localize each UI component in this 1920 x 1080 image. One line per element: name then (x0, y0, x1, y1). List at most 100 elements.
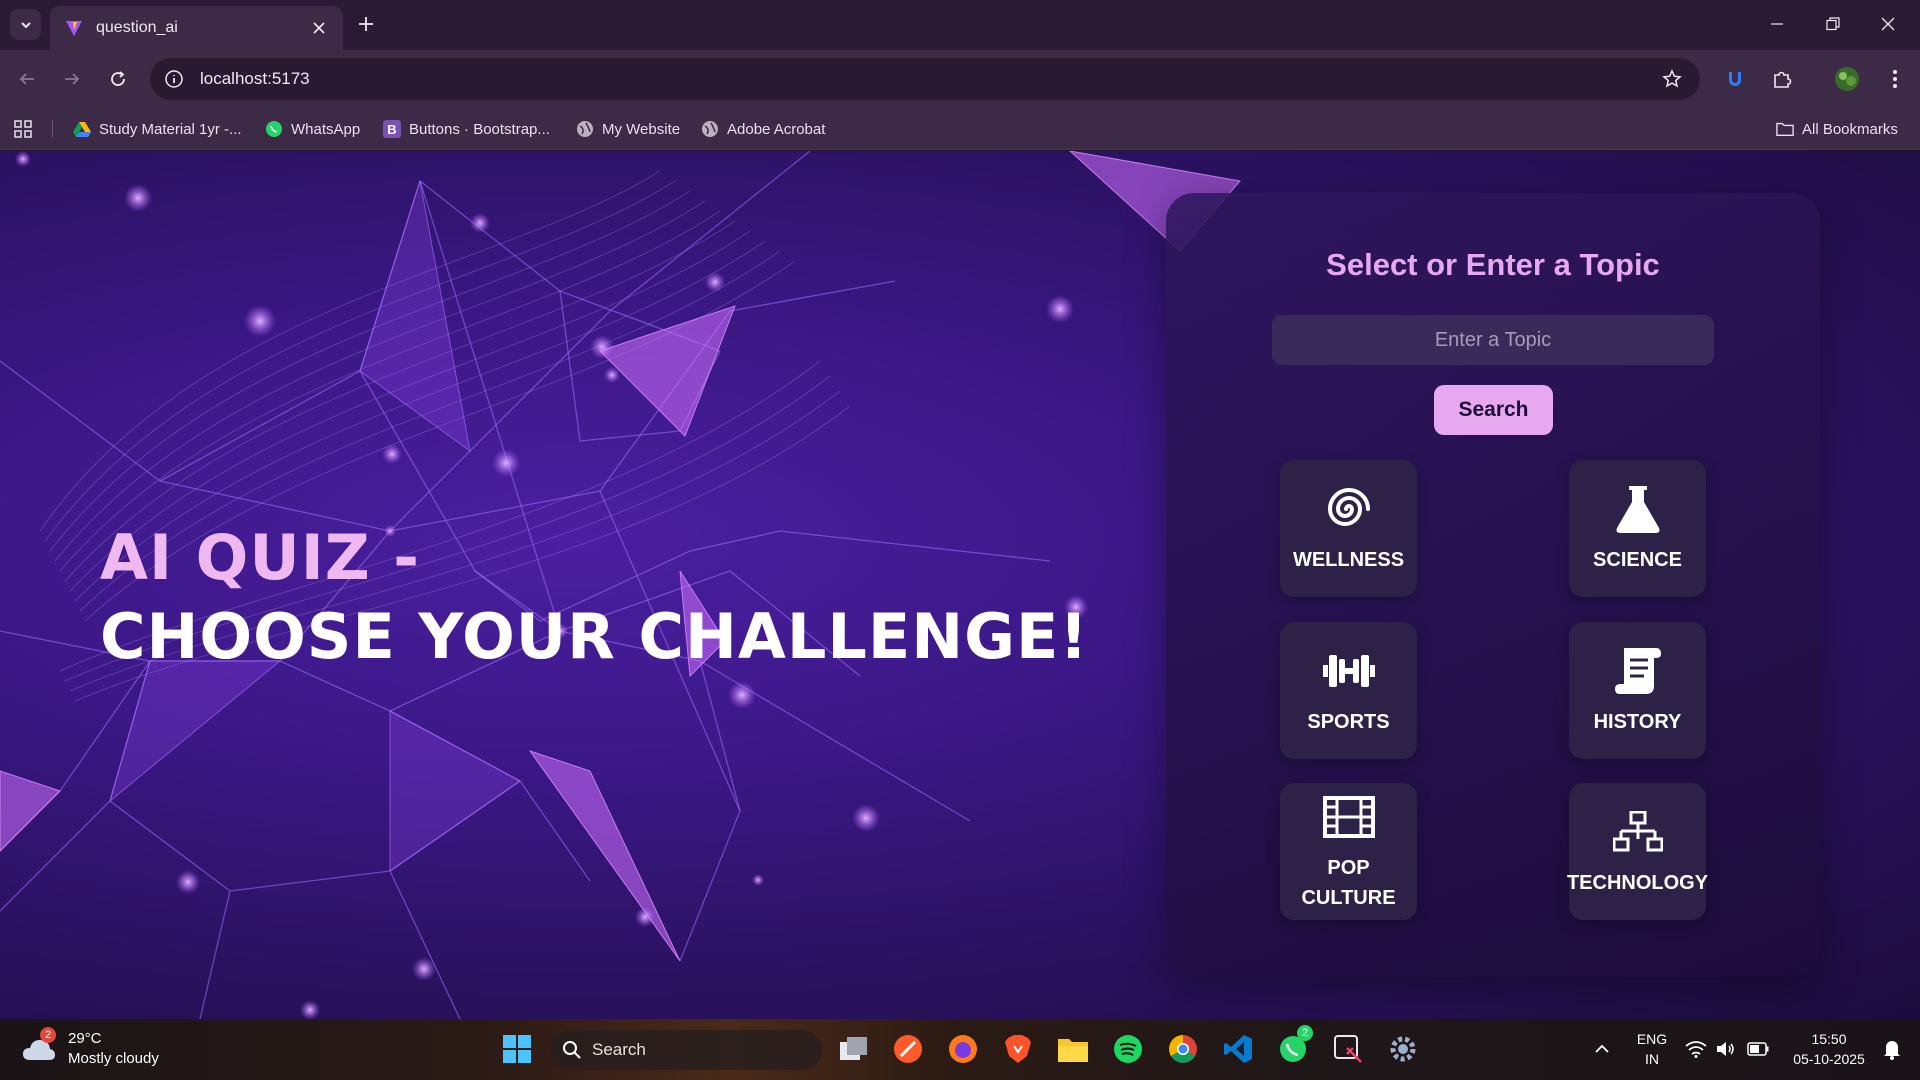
battery-status[interactable] (1740, 1031, 1776, 1067)
topic-card-pop-culture[interactable]: POP CULTURE (1280, 783, 1417, 920)
windows-icon (503, 1035, 531, 1063)
bookmark-label: Adobe Acrobat (727, 120, 826, 138)
taskbar-search[interactable]: Search (550, 1030, 822, 1070)
whatsapp-icon (265, 120, 283, 138)
profile-avatar[interactable] (1832, 64, 1862, 94)
grid-apps-icon (14, 120, 32, 138)
topic-card-wellness[interactable]: WELLNESS (1280, 460, 1417, 597)
firefox-icon (949, 1035, 977, 1063)
topic-label: SPORTS (1307, 710, 1390, 733)
snipping-tool-icon (1334, 1035, 1362, 1063)
all-bookmarks-button[interactable]: All Bookmarks (1776, 118, 1898, 140)
weather-badge: 2 (40, 1027, 56, 1043)
app-file-explorer[interactable] (1055, 1031, 1091, 1067)
reload-icon (111, 71, 125, 86)
notifications-button[interactable] (1874, 1031, 1910, 1067)
topic-label: POP CULTURE (1301, 856, 1396, 909)
search-button[interactable]: Search (1434, 385, 1553, 435)
app-vscode[interactable] (1220, 1031, 1256, 1067)
spiral-icon (1323, 483, 1375, 535)
tab-title: question_ai (96, 19, 178, 36)
language-indicator[interactable]: ENG IN (1630, 1029, 1674, 1069)
topic-label: HISTORY (1593, 710, 1682, 733)
close-window-button[interactable] (1873, 10, 1903, 38)
weather-widget[interactable]: 2 29°C Mostly cloudy (22, 1027, 159, 1069)
vscode-icon (1224, 1035, 1252, 1063)
arrow-right-icon (65, 73, 80, 85)
shield-extension-icon (1729, 72, 1741, 86)
app-whatsapp[interactable]: 2 (1275, 1025, 1313, 1067)
extension-button[interactable] (1720, 64, 1750, 94)
gear-icon (1390, 1036, 1416, 1062)
bookmark-label: Buttons · Bootstrap... (409, 120, 550, 138)
topic-label: TECHNOLOGY (1566, 871, 1709, 894)
taskbar: 2 29°C Mostly cloudy Search 2 ENG IN 15:… (0, 1019, 1920, 1080)
app-brave[interactable] (1000, 1031, 1036, 1067)
arrow-left-icon (19, 73, 34, 85)
bookmark-label: My Website (602, 120, 681, 138)
back-button[interactable] (12, 64, 42, 94)
tab-strip: question_ai (0, 0, 1920, 50)
close-icon (1881, 17, 1895, 31)
restore-button[interactable] (1818, 10, 1848, 38)
app-firefox[interactable] (945, 1031, 981, 1067)
clock[interactable]: 15:50 05-10-2025 (1778, 1029, 1880, 1069)
address-bar[interactable]: localhost:5173 (150, 58, 1700, 100)
minimize-button[interactable] (1762, 10, 1792, 38)
svg-text:B: B (387, 122, 396, 137)
extensions-button[interactable] (1767, 64, 1797, 94)
whatsapp-badge: 2 (1297, 1025, 1313, 1041)
bookmark-study-material[interactable]: Study Material 1yr -... (73, 118, 242, 140)
dumbbell-icon (1322, 645, 1375, 697)
topic-card-history[interactable]: HISTORY (1569, 622, 1706, 759)
browser-toolbar: localhost:5173 (0, 50, 1920, 108)
site-info-icon[interactable] (164, 69, 184, 89)
topic-card-technology[interactable]: TECHNOLOGY (1566, 783, 1709, 920)
show-hidden-icons[interactable] (1584, 1031, 1620, 1067)
reload-button[interactable] (103, 64, 133, 94)
temperature: 29°C (68, 1030, 102, 1047)
tab-search-button[interactable] (10, 9, 41, 40)
bookmark-bootstrap[interactable]: B Buttons · Bootstrap... (383, 118, 550, 140)
minimize-icon (1771, 23, 1783, 25)
apps-button[interactable] (14, 118, 32, 140)
panel-title: Select or Enter a Topic (1326, 247, 1660, 282)
app-chrome[interactable] (1165, 1031, 1201, 1067)
task-view-button[interactable] (836, 1031, 872, 1067)
bookmark-label: Study Material 1yr -... (99, 120, 242, 138)
topic-card-science[interactable]: SCIENCE (1569, 460, 1706, 597)
bookmark-my-website[interactable]: My Website (576, 118, 680, 140)
quiz-page: AI QUIZ - CHOOSE YOUR CHALLENGE! Select … (0, 151, 1920, 1019)
language-region: IN (1645, 1051, 1659, 1067)
restore-icon (1826, 17, 1840, 31)
weather-text: 29°C Mostly cloudy (68, 1029, 159, 1069)
bookmark-adobe-acrobat[interactable]: Adobe Acrobat (701, 118, 825, 140)
tab-active[interactable]: question_ai (50, 6, 343, 50)
hero-heading: AI QUIZ - CHOOSE YOUR CHALLENGE! (100, 521, 1089, 673)
new-tab-button[interactable] (354, 12, 378, 36)
volume-status[interactable] (1708, 1031, 1744, 1067)
taskbar-search-label: Search (592, 1040, 646, 1059)
avatar-icon (1835, 67, 1859, 91)
topic-input[interactable] (1272, 315, 1714, 365)
start-button[interactable] (499, 1031, 535, 1067)
hero-title-line2: CHOOSE YOUR CHALLENGE! (100, 600, 1089, 673)
spotify-icon (1114, 1035, 1142, 1063)
google-drive-icon (73, 120, 91, 138)
app-compass[interactable] (890, 1031, 926, 1067)
clock-date: 05-10-2025 (1793, 1051, 1865, 1067)
app-spotify[interactable] (1110, 1031, 1146, 1067)
menu-button[interactable] (1880, 64, 1910, 94)
forward-button[interactable] (57, 64, 87, 94)
app-snipping-tool[interactable] (1330, 1031, 1366, 1067)
topic-card-sports[interactable]: SPORTS (1280, 622, 1417, 759)
compass-icon (894, 1035, 922, 1063)
topic-panel: Select or Enter a Topic Search WELLNESS … (1166, 193, 1820, 977)
bookmark-star-icon[interactable] (1662, 69, 1682, 89)
close-tab-icon[interactable] (309, 18, 329, 38)
flask-icon (1612, 483, 1664, 535)
chevron-up-icon (1595, 1044, 1609, 1053)
url-text[interactable]: localhost:5173 (200, 69, 310, 89)
bookmark-whatsapp[interactable]: WhatsApp (265, 118, 360, 140)
app-settings[interactable] (1385, 1031, 1421, 1067)
